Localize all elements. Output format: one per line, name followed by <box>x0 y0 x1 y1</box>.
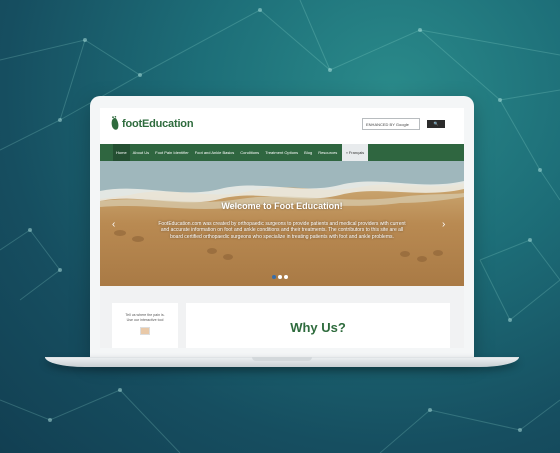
search-button[interactable]: 🔍 <box>427 120 445 128</box>
nav-item-foot-pain-identifier[interactable]: Foot Pain Identifier <box>152 144 192 161</box>
hero-carousel: Welcome to Foot Education! FootEducation… <box>100 161 464 286</box>
site-header: footEducation ENHANCED BY Google 🔍 <box>100 108 464 142</box>
nav-item-treatment-options[interactable]: Treatment Options <box>262 144 301 161</box>
nav-item-foot-ankle-basics[interactable]: Foot and Ankle Basics <box>192 144 238 161</box>
pain-identifier-card[interactable]: Tell us where the pain is. Use our inter… <box>112 303 178 348</box>
carousel-indicators <box>272 275 288 279</box>
hero-title: Welcome to Foot Education! <box>221 201 343 211</box>
laptop-notch <box>252 357 312 361</box>
why-us-heading: Why Us? <box>290 320 346 335</box>
language-switch[interactable]: ▪ Français <box>342 144 369 161</box>
foot-logo-icon <box>111 116 119 130</box>
laptop-screen: footEducation ENHANCED BY Google 🔍 Home … <box>100 108 464 348</box>
nav-item-blog[interactable]: Blog <box>301 144 315 161</box>
hero-description: FootEducation.com was created by orthopa… <box>158 221 406 240</box>
nav-item-home[interactable]: Home <box>113 144 130 161</box>
carousel-dot-3[interactable] <box>284 275 288 279</box>
logo-suffix: Education <box>141 118 194 130</box>
logo-prefix: foot <box>122 118 142 130</box>
pain-card-line2: Use our interactive tool <box>126 318 164 322</box>
nav-item-about-us[interactable]: About Us <box>130 144 152 161</box>
carousel-dot-2[interactable] <box>278 275 282 279</box>
carousel-prev-icon[interactable]: ‹ <box>112 219 115 230</box>
carousel-dot-1[interactable] <box>272 275 276 279</box>
why-us-card: Why Us? <box>186 303 450 348</box>
content-section: Tell us where the pain is. Use our inter… <box>100 286 464 348</box>
nav-item-resources[interactable]: Resources <box>315 144 340 161</box>
carousel-next-icon[interactable]: › <box>442 219 445 230</box>
main-nav: Home About Us Foot Pain Identifier Foot … <box>100 144 464 161</box>
site-logo[interactable]: footEducation <box>110 116 194 132</box>
language-label: Français <box>348 150 365 155</box>
logo-text: footEducation <box>122 118 194 130</box>
search-input[interactable]: ENHANCED BY Google <box>362 118 420 130</box>
search-icon: 🔍 <box>433 121 439 126</box>
nav-item-conditions[interactable]: Conditions <box>237 144 262 161</box>
foot-thumbnail-icon <box>140 327 150 335</box>
